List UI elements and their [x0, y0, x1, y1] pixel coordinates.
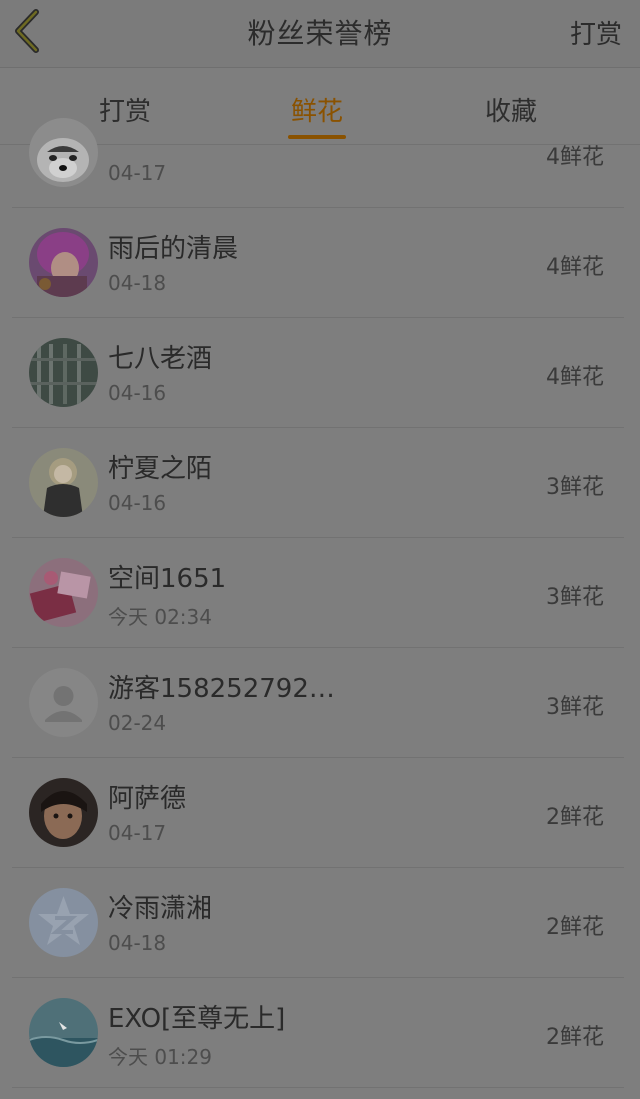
list-item[interactable]: 雨后的清晨 04-18 4鲜花 — [0, 208, 640, 318]
fan-date: 今天 02:34 — [108, 605, 212, 629]
window-photo-avatar — [29, 338, 98, 407]
flower-count: 4鲜花 — [546, 145, 604, 170]
flower-count: 3鲜花 — [546, 585, 604, 610]
flower-count: 3鲜花 — [546, 475, 604, 500]
flower-count: 3鲜花 — [546, 695, 604, 720]
row-divider — [12, 1087, 624, 1088]
anime-girl-avatar — [29, 448, 98, 517]
list-item[interactable]: 柠夏之陌 04-16 3鲜花 — [0, 428, 640, 538]
fan-name: 冷雨潇湘 — [108, 894, 213, 924]
nav-header: 粉丝荣誉榜 打赏 — [0, 0, 640, 68]
fan-date: 今天 01:29 — [108, 1045, 212, 1069]
fan-name: 七八老酒 — [108, 344, 213, 374]
page-title: 粉丝荣誉榜 — [247, 17, 393, 50]
flower-count: 4鲜花 — [546, 365, 604, 390]
anime-pink-hair-avatar — [29, 228, 98, 297]
list-item[interactable]: 空间1651 今天 02:34 3鲜花 — [0, 538, 640, 648]
list-item[interactable]: 阿萨德 04-17 2鲜花 — [0, 758, 640, 868]
list-item[interactable]: EXO[至尊无上] 今天 01:29 2鲜花 — [0, 978, 640, 1088]
fan-name: EXO[至尊无上] — [108, 1004, 286, 1034]
husky-dog-avatar — [29, 118, 98, 187]
fan-date: 04-17 — [108, 161, 167, 185]
fan-name: 雨后的清晨 — [108, 234, 239, 264]
pink-objects-avatar — [29, 558, 98, 627]
fan-name: 空间1651 — [108, 564, 227, 594]
fan-name: 柠夏之陌 — [108, 454, 213, 484]
flower-count: 2鲜花 — [546, 915, 604, 940]
fan-date: 04-17 — [108, 821, 167, 845]
fan-name: 游客158252792… — [108, 674, 335, 704]
fan-date: 04-16 — [108, 491, 167, 515]
sea-photo-avatar — [29, 998, 98, 1067]
fan-date: 04-18 — [108, 271, 167, 295]
flower-count: 2鲜花 — [546, 805, 604, 830]
list-item[interactable]: 游客158252792… 02-24 3鲜花 — [0, 648, 640, 758]
fan-date: 04-16 — [108, 381, 167, 405]
list-item[interactable]: 04-17 4鲜花 — [0, 98, 640, 208]
list-item[interactable]: 七八老酒 04-16 4鲜花 — [0, 318, 640, 428]
fan-name: 阿萨德 — [108, 784, 187, 814]
list-item[interactable]: 冷雨潇湘 04-18 2鲜花 — [0, 868, 640, 978]
fan-honor-screen: 粉丝荣誉榜 打赏 打赏 鲜花 收藏 04-17 4鲜花 雨后的清晨 04-18 … — [0, 0, 640, 1099]
default-user-avatar — [29, 668, 98, 737]
flower-count: 2鲜花 — [546, 1025, 604, 1050]
fan-date: 04-18 — [108, 931, 167, 955]
child-photo-avatar — [29, 778, 98, 847]
fan-date: 02-24 — [108, 711, 167, 735]
qzone-logo-avatar — [29, 888, 98, 957]
flower-count: 4鲜花 — [546, 255, 604, 280]
reward-button[interactable]: 打赏 — [570, 14, 622, 51]
